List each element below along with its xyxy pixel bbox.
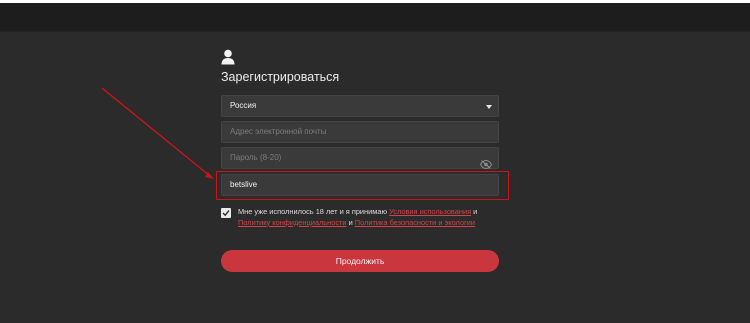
continue-button[interactable]: Продолжить bbox=[221, 250, 499, 272]
checkmark-icon bbox=[222, 210, 230, 217]
password-field[interactable]: Пароль (8-20) bbox=[221, 147, 499, 170]
safety-link[interactable]: Политика безопасности и экологии bbox=[355, 218, 475, 227]
consent-prefix: Мне уже исполнилось 18 лет и я принимаю bbox=[238, 207, 390, 216]
user-icon bbox=[221, 49, 235, 65]
consent-text: Мне уже исполнилось 18 лет и я принимаю … bbox=[238, 207, 503, 228]
email-field[interactable]: Адрес электронной почты bbox=[221, 121, 499, 143]
country-select-value: Россия bbox=[230, 101, 257, 110]
top-bar bbox=[0, 3, 750, 32]
terms-link[interactable]: Условия использования bbox=[389, 207, 471, 216]
eye-slash-icon[interactable] bbox=[479, 154, 493, 170]
caret-down-icon[interactable] bbox=[486, 105, 492, 109]
country-select[interactable]: Россия bbox=[221, 95, 499, 117]
page-title: Зарегистрироваться bbox=[221, 70, 340, 84]
privacy-link[interactable]: Политику конфиденциальности bbox=[238, 218, 347, 227]
password-placeholder: Пароль (8-20) bbox=[230, 153, 282, 162]
email-placeholder: Адрес электронной почты bbox=[230, 127, 327, 136]
highlight-box bbox=[216, 171, 509, 200]
consent-checkbox[interactable] bbox=[221, 208, 231, 218]
consent-and-1: и bbox=[471, 207, 478, 216]
consent-and-2: и bbox=[346, 217, 355, 227]
